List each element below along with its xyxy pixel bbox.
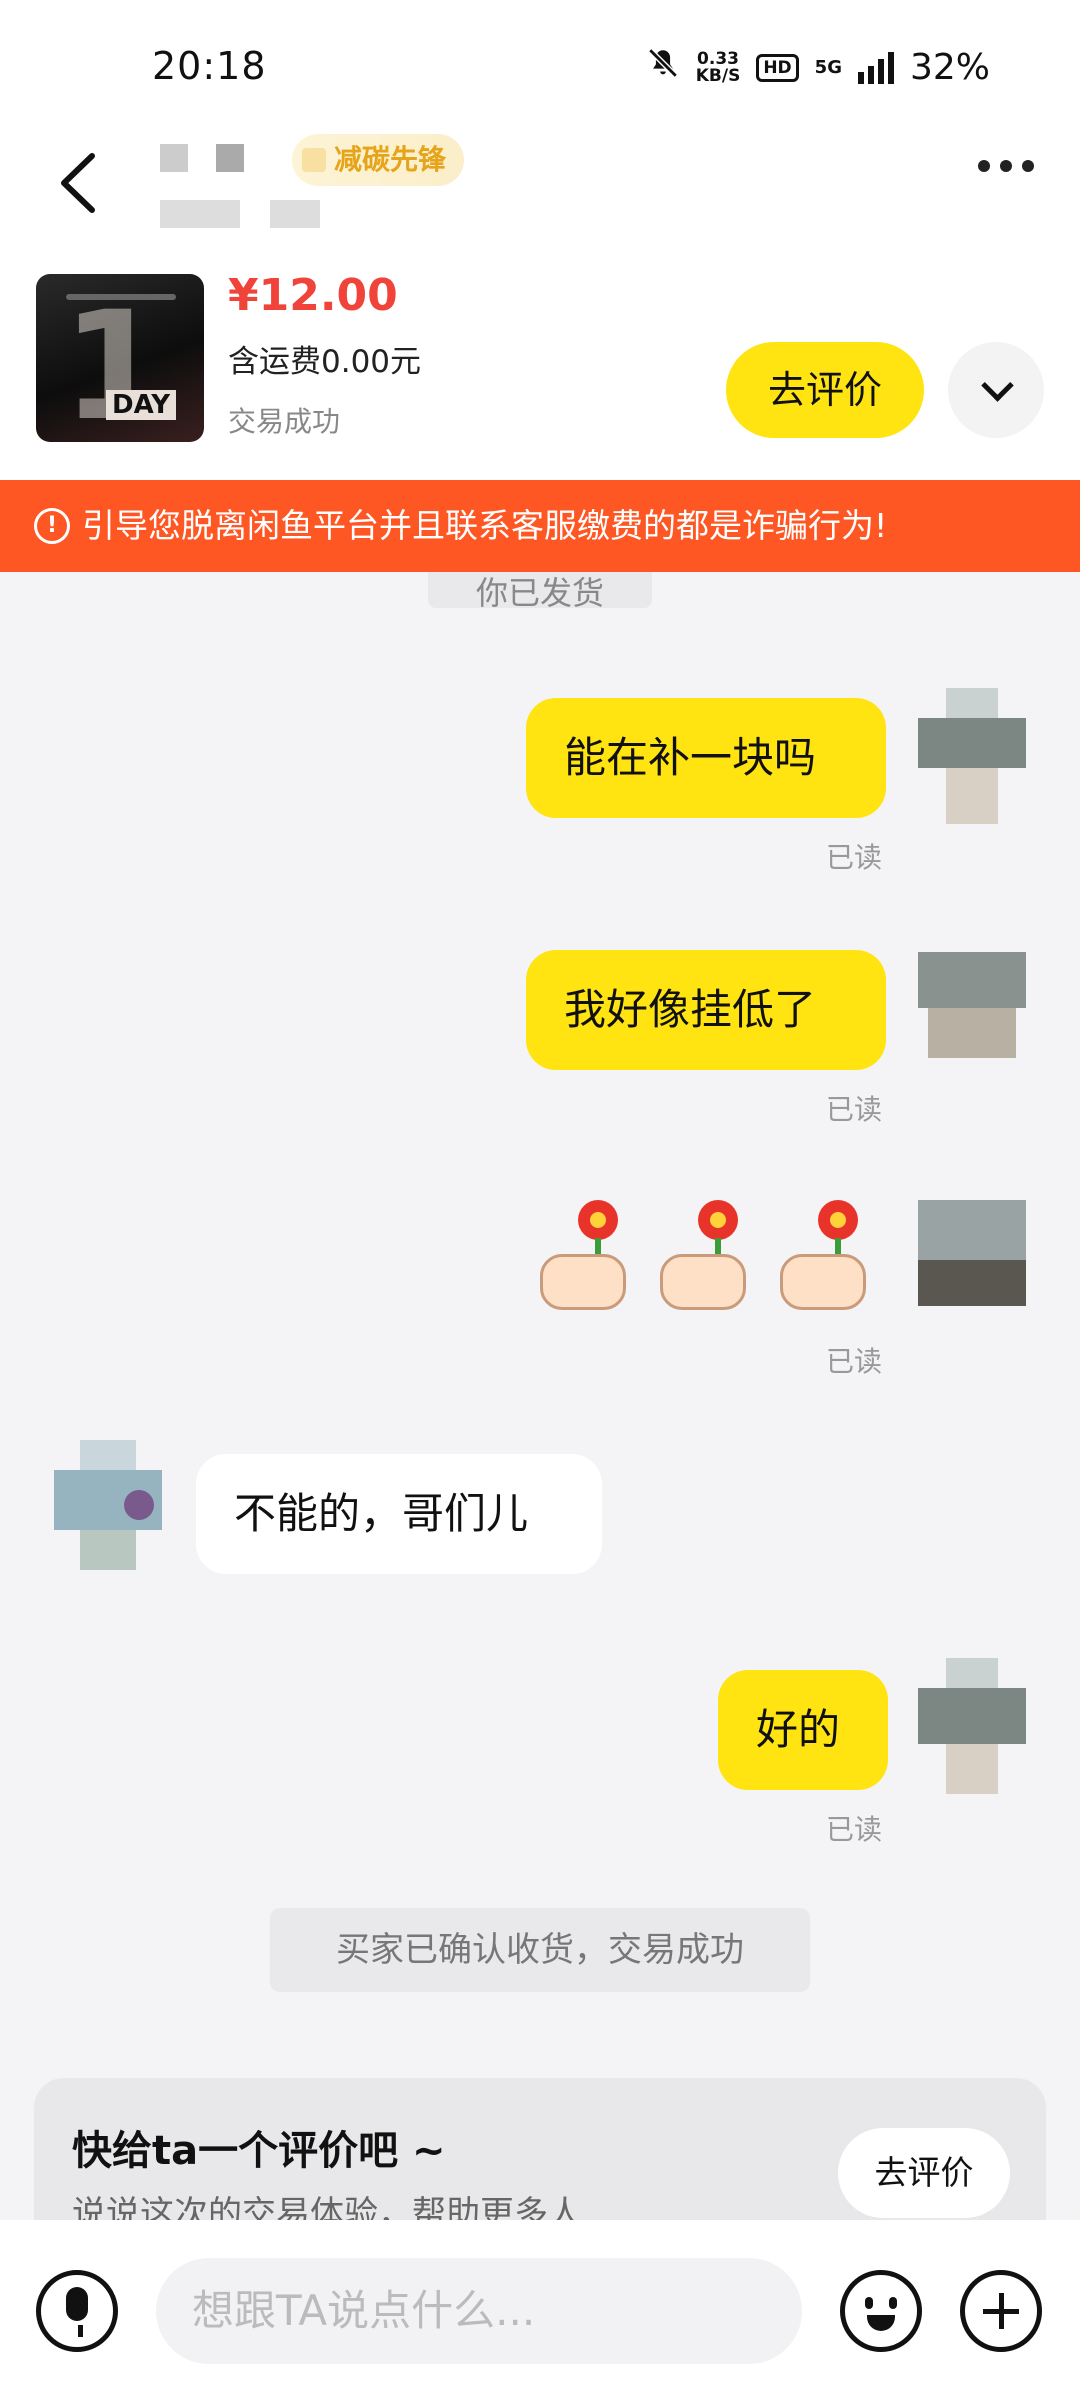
- message-input[interactable]: 想跟TA说点什么...: [156, 2258, 802, 2364]
- chevron-down-icon[interactable]: [948, 342, 1044, 438]
- read-receipt: 已读: [826, 1093, 883, 1126]
- review-prompt-card: 快给ta一个评价吧 ~ 说说这次的交易体验，帮助更多人 去评价: [34, 2078, 1046, 2228]
- fraud-warning-banner: ! 引导您脱离闲鱼平台并且联系客服缴费的都是诈骗行为!: [0, 480, 1080, 572]
- read-receipt: 已读: [826, 1345, 883, 1378]
- review-prompt-title: 快给ta一个评价吧 ~: [72, 2128, 446, 2174]
- my-avatar[interactable]: [918, 688, 1026, 824]
- microphone-icon[interactable]: [36, 2270, 118, 2352]
- net-speed: 0.33 KB/S: [695, 48, 741, 86]
- signal-icon: [857, 51, 894, 84]
- status-bar: 20:18 0.33 KB/S HD 5G 32%: [0, 0, 1080, 130]
- product-thumbnail[interactable]: 1 DAY: [36, 274, 204, 442]
- message-bubble[interactable]: 不能的，哥们儿: [196, 1454, 602, 1574]
- read-receipt: 已读: [826, 841, 883, 874]
- message-bubble[interactable]: 好的: [718, 1670, 888, 1790]
- review-button[interactable]: 去评价: [726, 342, 924, 438]
- product-card[interactable]: 1 DAY ¥12.00 含运费0.00元 交易成功 去评价: [0, 270, 1080, 480]
- thumbs-up-flower-icon: [540, 1200, 630, 1310]
- product-price: ¥12.00: [228, 270, 398, 321]
- mute-icon: [646, 46, 680, 89]
- shipping-fee: 含运费0.00元: [228, 344, 422, 380]
- hd-badge: HD: [756, 53, 799, 82]
- warning-icon: !: [34, 508, 70, 544]
- my-avatar[interactable]: [918, 1658, 1026, 1794]
- clock: 20:18: [152, 44, 267, 88]
- network-label: 5G: [814, 57, 842, 78]
- deal-status: 交易成功: [228, 405, 341, 438]
- status-icons: 0.33 KB/S HD 5G 32%: [646, 46, 990, 89]
- emoji-message[interactable]: [540, 1200, 870, 1310]
- transaction-complete-notice: 买家已确认收货，交易成功: [270, 1908, 810, 1992]
- seller-avatar[interactable]: [54, 1440, 162, 1576]
- plus-icon[interactable]: [960, 2270, 1042, 2352]
- my-avatar[interactable]: [918, 952, 1026, 1088]
- my-avatar[interactable]: [918, 1200, 1026, 1336]
- emoji-icon[interactable]: [840, 2270, 922, 2352]
- review-prompt-button[interactable]: 去评价: [838, 2128, 1010, 2218]
- chat-header: 减碳先锋: [0, 130, 1080, 270]
- more-icon[interactable]: [978, 160, 1034, 172]
- read-receipt: 已读: [826, 1813, 883, 1846]
- message-input-bar: 想跟TA说点什么...: [0, 2220, 1080, 2400]
- carbon-badge: 减碳先锋: [292, 134, 465, 186]
- thumbs-up-flower-icon: [780, 1200, 870, 1310]
- message-bubble[interactable]: 我好像挂低了: [526, 950, 886, 1070]
- warning-text: 引导您脱离闲鱼平台并且联系客服缴费的都是诈骗行为!: [82, 506, 888, 545]
- back-icon[interactable]: [52, 148, 112, 218]
- thumbs-up-flower-icon: [660, 1200, 750, 1310]
- message-bubble[interactable]: 能在补一块吗: [526, 698, 886, 818]
- battery-level: 32%: [909, 47, 990, 88]
